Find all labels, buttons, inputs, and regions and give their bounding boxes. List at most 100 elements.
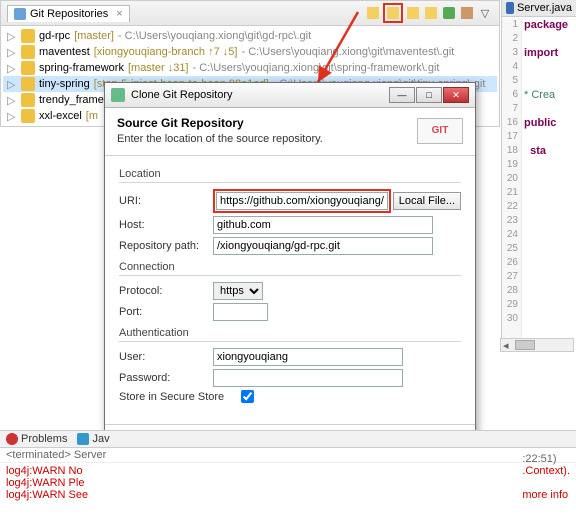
code-area[interactable]: package import * Crea public sta: [524, 18, 568, 158]
kw-sta: sta: [530, 145, 546, 157]
port-input[interactable]: [213, 303, 268, 321]
scroll-thumb[interactable]: [515, 340, 535, 350]
close-view-icon[interactable]: ×: [116, 8, 122, 20]
hierarchy-icon[interactable]: [459, 5, 475, 21]
line-number: 7: [502, 102, 521, 116]
repopath-input[interactable]: [213, 237, 433, 255]
user-label: User:: [119, 351, 213, 363]
expand-icon[interactable]: ▷: [7, 46, 17, 59]
kw-import: import: [524, 47, 558, 59]
port-label: Port:: [119, 306, 213, 318]
line-number: 26: [502, 256, 521, 270]
host-input[interactable]: [213, 216, 433, 234]
kw-public: public: [524, 117, 556, 129]
expand-icon[interactable]: ▷: [7, 78, 17, 91]
problems-tab[interactable]: Problems: [6, 433, 67, 445]
line-number: 29: [502, 298, 521, 312]
line-gutter: 1234567161718192021222324252627282930: [502, 18, 522, 348]
protocol-select[interactable]: https: [213, 282, 263, 300]
password-input[interactable]: [213, 369, 403, 387]
line-number: 18: [502, 144, 521, 158]
scroll-left-icon[interactable]: ◂: [501, 339, 511, 352]
expand-icon[interactable]: ▷: [7, 110, 17, 123]
line-number: 24: [502, 228, 521, 242]
repo-icon: [21, 29, 35, 43]
store-checkbox[interactable]: [241, 390, 254, 403]
store-label: Store in Secure Store: [119, 391, 239, 403]
problems-icon: [6, 433, 18, 445]
java-file-icon: [506, 2, 514, 14]
view-title: Git Repositories: [30, 8, 108, 20]
line-number: 30: [502, 312, 521, 326]
comment: * Crea: [524, 89, 555, 101]
repo-branch: [m: [86, 110, 98, 122]
close-button[interactable]: ✕: [443, 87, 469, 103]
editor-tab-label: Server.java: [517, 2, 572, 14]
clone-repo-highlight: [383, 3, 403, 23]
repopath-label: Repository path:: [119, 240, 213, 252]
line-number: 22: [502, 200, 521, 214]
repo-item[interactable]: ▷gd-rpc [master] - C:\Users\youqiang.xio…: [3, 28, 497, 44]
line-number: 4: [502, 60, 521, 74]
dialog-header: Source Git Repository Enter the location…: [105, 108, 475, 156]
header-subtitle: Enter the location of the source reposit…: [117, 133, 323, 145]
view-tab[interactable]: Git Repositories ×: [7, 5, 130, 22]
group-auth: Authentication: [119, 327, 461, 339]
refresh-icon[interactable]: [441, 5, 457, 21]
protocol-label: Protocol:: [119, 285, 213, 297]
repo-name: gd-rpc: [39, 30, 70, 42]
expand-icon[interactable]: ▷: [7, 62, 17, 75]
line-number: 28: [502, 284, 521, 298]
view-menu-icon[interactable]: ▽: [477, 5, 493, 21]
repo-item[interactable]: ▷maventest [xiongyouqiang-branch ↑7 ↓5] …: [3, 44, 497, 60]
dialog-titlebar[interactable]: Clone Git Repository — □ ✕: [105, 83, 475, 108]
line-number: 16: [502, 116, 521, 130]
user-input[interactable]: [213, 348, 403, 366]
minimize-button[interactable]: —: [389, 87, 415, 103]
console-line: log4j:WARN No: [6, 465, 570, 477]
password-label: Password:: [119, 372, 213, 384]
repo-icon: [21, 109, 35, 123]
line-number: 5: [502, 74, 521, 88]
repo-name: spring-framework: [39, 62, 124, 74]
dialog-icon: [111, 88, 125, 102]
host-label: Host:: [119, 219, 213, 231]
view-toolbar: ▽: [365, 3, 493, 23]
line-number: 6: [502, 88, 521, 102]
repo-icon: [21, 61, 35, 75]
console-panel: Problems Jav <terminated> Server log4j:W…: [0, 430, 576, 522]
console-output[interactable]: log4j:WARN Nolog4j:WARN Plelog4j:WARN Se…: [0, 463, 576, 503]
clone-repo-button[interactable]: [385, 5, 401, 21]
javadoc-tab[interactable]: Jav: [77, 433, 109, 445]
line-number: 19: [502, 158, 521, 172]
repo-name: maventest: [39, 46, 90, 58]
repo-path: - C:\Users\youqiang.xiong\git\spring-fra…: [193, 62, 440, 74]
kw-package: package: [524, 19, 568, 31]
console-tabs: Problems Jav: [0, 431, 576, 448]
add-repo-icon[interactable]: [405, 5, 421, 21]
uri-label: URI:: [119, 195, 213, 207]
line-number: 27: [502, 270, 521, 284]
repo-item[interactable]: ▷ spring-framework [master ↓31] - C:\User…: [3, 60, 497, 76]
line-number: 25: [502, 242, 521, 256]
editor-h-scrollbar[interactable]: ◂: [500, 338, 574, 352]
repo-name: tiny-spring: [39, 78, 90, 90]
git-logo: GIT: [417, 118, 463, 144]
view-titlebar: Git Repositories × ▽: [1, 1, 499, 26]
line-number: 21: [502, 186, 521, 200]
line-number: 23: [502, 214, 521, 228]
expand-icon[interactable]: ▷: [7, 94, 17, 107]
collapse-all-icon[interactable]: [365, 5, 381, 21]
expand-icon[interactable]: ▷: [7, 30, 17, 43]
uri-input[interactable]: [216, 192, 388, 210]
repo-name: trendy_framew: [39, 94, 112, 106]
repo-branch: [master ↓31]: [128, 62, 189, 74]
editor-tab[interactable]: Server.java: [502, 0, 576, 17]
link-editor-icon[interactable]: [423, 5, 439, 21]
git-repo-icon: [14, 8, 26, 20]
line-number: 2: [502, 32, 521, 46]
maximize-button[interactable]: □: [416, 87, 442, 103]
local-file-button[interactable]: Local File...: [393, 192, 461, 210]
clone-dialog: Clone Git Repository — □ ✕ Source Git Re…: [104, 82, 476, 464]
repo-branch: [xiongyouqiang-branch ↑7 ↓5]: [94, 46, 238, 58]
